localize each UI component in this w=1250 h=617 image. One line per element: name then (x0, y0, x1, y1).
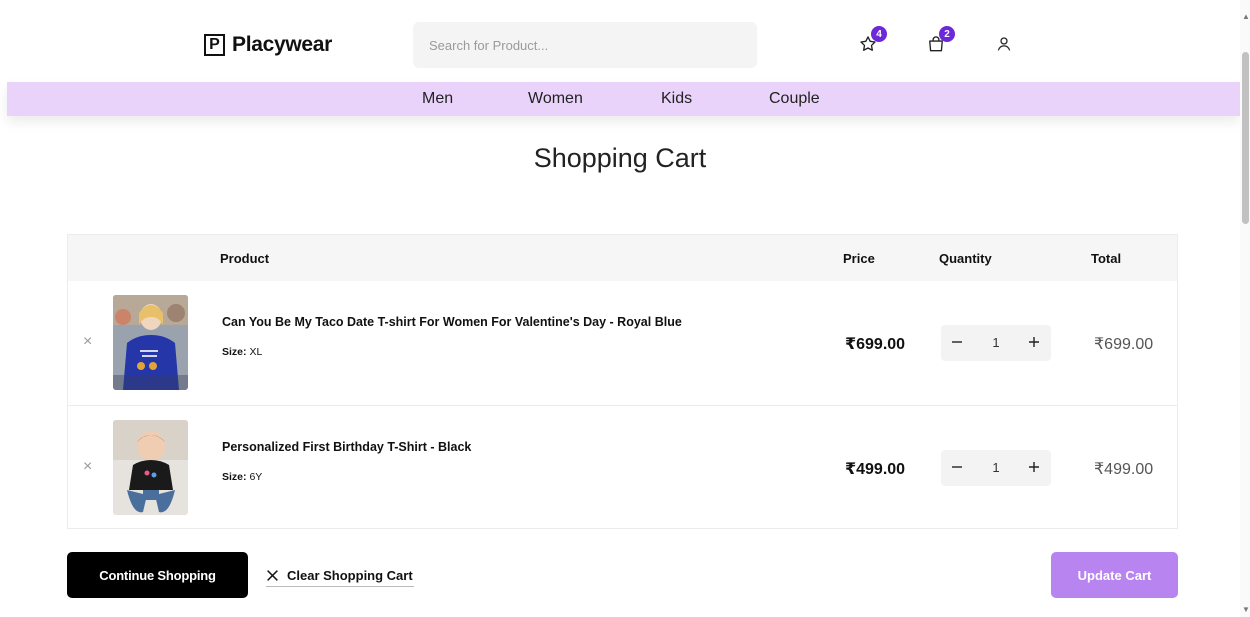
remove-item-button[interactable]: × (83, 458, 92, 476)
column-header-total: Total (1091, 251, 1122, 266)
column-header-price: Price (843, 251, 875, 266)
user-icon (997, 37, 1011, 51)
logo-mark: P (204, 34, 225, 56)
product-image-tshirt-black (113, 420, 188, 515)
quantity-value[interactable]: 1 (987, 335, 1005, 350)
remove-item-button[interactable]: × (83, 333, 92, 351)
scroll-up-arrow-icon[interactable]: ▲ (1242, 12, 1250, 21)
product-image-tshirt-blue (113, 295, 188, 390)
product-thumbnail[interactable] (113, 295, 188, 390)
scroll-down-arrow-icon[interactable]: ▼ (1242, 605, 1250, 614)
size-value: XL (249, 346, 263, 358)
increase-quantity-button[interactable] (1022, 329, 1046, 355)
product-size: Size: XL (222, 346, 262, 358)
account-button[interactable] (993, 33, 1015, 55)
column-header-product: Product (220, 251, 270, 266)
product-name[interactable]: Can You Be My Taco Date T-shirt For Wome… (222, 315, 682, 329)
logo[interactable]: P Placywear (204, 33, 332, 57)
product-thumbnail[interactable] (113, 420, 188, 515)
minus-icon (952, 466, 962, 468)
wishlist-button[interactable]: 4 (857, 26, 887, 55)
scrollbar-thumb[interactable] (1242, 52, 1249, 224)
decrease-quantity-button[interactable] (945, 329, 969, 355)
nav-item-kids[interactable]: Kids (661, 90, 692, 108)
increase-quantity-button[interactable] (1022, 454, 1046, 480)
minus-icon (952, 341, 962, 343)
site-header: P Placywear 4 2 (0, 0, 1240, 82)
continue-shopping-button[interactable]: Continue Shopping (67, 552, 248, 598)
product-size: Size: 6Y (222, 471, 262, 483)
cart-button[interactable]: 2 (925, 26, 955, 55)
cart-count-badge: 2 (939, 26, 955, 42)
quantity-stepper: 1 (941, 450, 1051, 486)
clear-cart-button[interactable]: Clear Shopping Cart (266, 564, 414, 587)
page-title: Shopping Cart (533, 143, 707, 173)
nav-item-women[interactable]: Women (528, 90, 583, 108)
table-row: × Can You Be My Taco Date T-shirt For Wo… (68, 281, 1177, 405)
plus-icon (1029, 337, 1039, 347)
product-price: ₹699.00 (845, 336, 906, 353)
size-value: 6Y (249, 471, 263, 483)
line-total: ₹699.00 (1094, 336, 1154, 353)
plus-icon (1029, 462, 1039, 472)
clear-cart-label: Clear Shopping Cart (287, 567, 413, 583)
product-price: ₹499.00 (845, 461, 906, 478)
nav-item-men[interactable]: Men (422, 90, 453, 108)
size-label: Size: (222, 346, 247, 358)
column-header-quantity: Quantity (939, 251, 992, 266)
size-label: Size: (222, 471, 247, 483)
scrollbar[interactable]: ▲ ▼ (1240, 0, 1250, 617)
logo-text: Placywear (232, 33, 333, 56)
line-total: ₹499.00 (1094, 461, 1154, 478)
wishlist-count-badge: 4 (871, 26, 887, 42)
decrease-quantity-button[interactable] (945, 454, 969, 480)
product-name[interactable]: Personalized First Birthday T-Shirt - Bl… (222, 440, 471, 454)
category-nav: Men Women Kids Couple (7, 82, 1240, 116)
table-row: × Personalized First Birthday T-Shirt - … (68, 405, 1177, 529)
table-header: Product Price Quantity Total (68, 235, 1177, 281)
search-input[interactable] (413, 22, 757, 68)
cart-table: Product Price Quantity Total × Can You B… (67, 234, 1178, 529)
close-icon (267, 569, 278, 581)
nav-item-couple[interactable]: Couple (769, 90, 820, 108)
quantity-value[interactable]: 1 (987, 460, 1005, 475)
quantity-stepper: 1 (941, 325, 1051, 361)
update-cart-button[interactable]: Update Cart (1051, 552, 1178, 598)
